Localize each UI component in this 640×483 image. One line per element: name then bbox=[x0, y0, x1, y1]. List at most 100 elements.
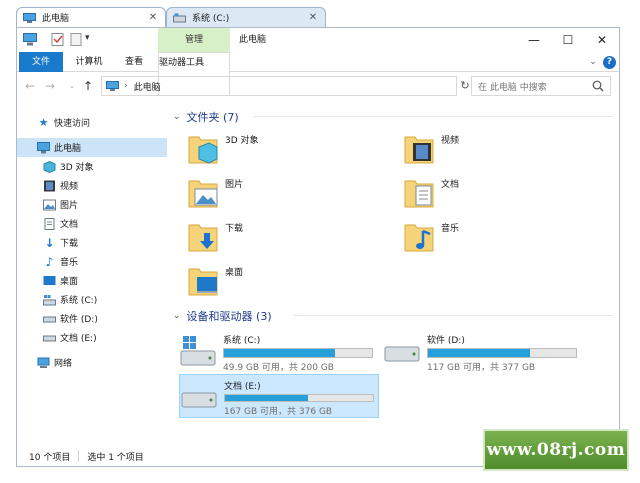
sidebar-item-documents[interactable]: 文档 bbox=[17, 214, 167, 233]
sidebar-item-videos[interactable]: 视频 bbox=[17, 176, 167, 195]
divider bbox=[293, 315, 613, 316]
drive-name: 软件 (D:) bbox=[427, 336, 465, 346]
sidebar-item-drive-c[interactable]: 系统 (C:) bbox=[17, 290, 167, 309]
sidebar-item-quick-access[interactable]: ★ 快速访问 bbox=[17, 113, 167, 132]
drive-icon bbox=[43, 316, 56, 322]
tab-label: 此电脑 bbox=[42, 14, 70, 24]
address-bar[interactable]: › 此电脑 ↻ bbox=[101, 76, 470, 96]
search-placeholder: 在 此电脑 中搜索 bbox=[478, 82, 547, 93]
tab-file[interactable]: 文件 bbox=[19, 52, 63, 72]
new-folder-icon[interactable] bbox=[69, 33, 83, 46]
tab-drive-c[interactable]: 系统 (C:) ✕ bbox=[166, 7, 326, 27]
minimize-button[interactable]: — bbox=[517, 28, 551, 52]
tab-this-pc[interactable]: 此电脑 ✕ bbox=[16, 7, 166, 27]
computer-icon bbox=[37, 141, 50, 153]
folder-downloads[interactable]: 下载 bbox=[187, 217, 367, 257]
title-bar: ▾ 管理 此电脑 — ☐ ✕ bbox=[17, 28, 619, 52]
refresh-icon[interactable]: ↻ bbox=[458, 78, 472, 94]
close-icon[interactable]: ✕ bbox=[307, 12, 319, 23]
folder-pictures[interactable]: 图片 bbox=[187, 173, 367, 213]
cube-icon bbox=[43, 160, 56, 173]
sidebar-item-pictures[interactable]: 图片 bbox=[17, 195, 167, 214]
folder-videos[interactable]: 视频 bbox=[403, 129, 583, 169]
sidebar-item-drive-e[interactable]: 文档 (E:) bbox=[17, 328, 167, 347]
maximize-button[interactable]: ☐ bbox=[551, 28, 585, 52]
properties-icon[interactable] bbox=[51, 33, 65, 46]
sidebar-item-network[interactable]: 网络 bbox=[17, 353, 167, 372]
forward-arrow-icon[interactable]: → bbox=[43, 78, 57, 94]
picture-icon bbox=[43, 199, 56, 210]
address-row: ← → ⌄ ↑ › 此电脑 ↻ 在 此电脑 中搜索 bbox=[17, 75, 619, 97]
window-tab-strip: 此电脑 ✕ 系统 (C:) ✕ bbox=[16, 7, 326, 27]
computer-icon[interactable] bbox=[23, 33, 37, 46]
sidebar-item-desktop[interactable]: 桌面 bbox=[17, 271, 167, 290]
close-icon[interactable]: ✕ bbox=[147, 12, 159, 23]
star-icon: ★ bbox=[38, 116, 49, 129]
help-icon[interactable]: ? bbox=[603, 56, 616, 69]
folder-documents[interactable]: 文档 bbox=[403, 173, 583, 213]
content-pane: ⌄ 文件夹 (7) 3D 对象 视频 图片 文档 下载 音乐 桌面 ⌄ 设备和驱… bbox=[169, 101, 619, 436]
navigation-pane: ★ 快速访问 此电脑 3D 对象 视频 图片 文档 ↓ 下载 ♪ 音乐 桌面 系… bbox=[17, 101, 167, 436]
drive-name: 文档 (E:) bbox=[224, 382, 261, 392]
chevron-down-icon[interactable]: ⌄ bbox=[173, 112, 181, 122]
close-button[interactable]: ✕ bbox=[585, 28, 619, 52]
folder-desktop[interactable]: 桌面 bbox=[187, 261, 367, 301]
tab-view[interactable]: 查看 bbox=[117, 52, 151, 72]
selection-count: 选中 1 个项目 bbox=[87, 452, 144, 463]
computer-icon bbox=[23, 12, 36, 23]
tab-computer[interactable]: 计算机 bbox=[69, 52, 109, 72]
explorer-window: ▾ 管理 此电脑 — ☐ ✕ 文件 计算机 查看 驱动器工具 ⌄ ? ← → ⌄… bbox=[16, 27, 620, 467]
document-icon bbox=[44, 217, 55, 230]
music-note-icon: ♪ bbox=[45, 254, 54, 269]
3d-objects-folder-icon bbox=[188, 136, 218, 164]
window-title: 此电脑 bbox=[239, 35, 267, 45]
drive-icon bbox=[181, 392, 217, 408]
documents-folder-icon bbox=[404, 180, 434, 208]
drive-e[interactable]: 文档 (E:) 167 GB 可用，共 376 GB bbox=[179, 374, 379, 418]
folder-3d-objects[interactable]: 3D 对象 bbox=[187, 129, 367, 169]
drive-icon bbox=[43, 335, 56, 341]
watermark-logo: www.08rj.com bbox=[483, 429, 629, 471]
sidebar-item-3d-objects[interactable]: 3D 对象 bbox=[17, 157, 167, 176]
sidebar-item-downloads[interactable]: ↓ 下载 bbox=[17, 233, 167, 252]
capacity-bar bbox=[223, 348, 373, 358]
drive-icon bbox=[384, 346, 420, 362]
drive-size: 167 GB 可用，共 376 GB bbox=[224, 407, 333, 417]
group-header-folders[interactable]: ⌄ 文件夹 (7) bbox=[173, 109, 239, 125]
chevron-down-icon[interactable]: ⌄ bbox=[173, 311, 181, 321]
desktop-icon bbox=[43, 275, 56, 285]
divider bbox=[253, 116, 613, 117]
music-folder-icon bbox=[404, 224, 434, 252]
film-icon bbox=[44, 180, 55, 191]
drive-size: 117 GB 可用，共 377 GB bbox=[427, 363, 536, 373]
drive-icon bbox=[173, 13, 186, 22]
chevron-down-icon[interactable]: ⌄ bbox=[587, 56, 599, 68]
back-arrow-icon[interactable]: ← bbox=[23, 78, 37, 94]
recent-dropdown-icon[interactable]: ⌄ bbox=[65, 78, 79, 94]
divider bbox=[78, 450, 80, 462]
sidebar-item-music[interactable]: ♪ 音乐 bbox=[17, 252, 167, 271]
folder-music[interactable]: 音乐 bbox=[403, 217, 583, 257]
capacity-bar bbox=[427, 348, 577, 358]
downloads-folder-icon bbox=[188, 224, 218, 252]
breadcrumb-separator-icon[interactable]: › bbox=[124, 81, 128, 91]
download-arrow-icon: ↓ bbox=[44, 235, 55, 250]
sidebar-item-drive-d[interactable]: 软件 (D:) bbox=[17, 309, 167, 328]
search-input[interactable]: 在 此电脑 中搜索 bbox=[471, 76, 611, 96]
group-header-drives[interactable]: ⌄ 设备和驱动器 (3) bbox=[173, 308, 272, 324]
up-arrow-icon[interactable]: ↑ bbox=[81, 78, 95, 94]
sidebar-item-this-pc[interactable]: 此电脑 bbox=[17, 138, 167, 157]
item-count: 10 个项目 bbox=[29, 452, 71, 463]
breadcrumb[interactable]: 此电脑 bbox=[134, 80, 161, 93]
drive-name: 系统 (C:) bbox=[223, 336, 261, 346]
drive-c[interactable]: 系统 (C:) 49.9 GB 可用，共 200 GB bbox=[179, 329, 379, 373]
search-icon bbox=[592, 80, 604, 92]
drive-size: 49.9 GB 可用，共 200 GB bbox=[223, 363, 334, 373]
tab-manage[interactable]: 管理 bbox=[158, 28, 230, 52]
customize-dropdown-icon[interactable]: ▾ bbox=[85, 33, 99, 46]
capacity-bar-fill bbox=[225, 395, 308, 401]
drive-d[interactable]: 软件 (D:) 117 GB 可用，共 377 GB bbox=[383, 329, 583, 373]
capacity-bar bbox=[224, 394, 374, 402]
videos-folder-icon bbox=[404, 136, 434, 164]
tab-label: 系统 (C:) bbox=[192, 14, 230, 24]
